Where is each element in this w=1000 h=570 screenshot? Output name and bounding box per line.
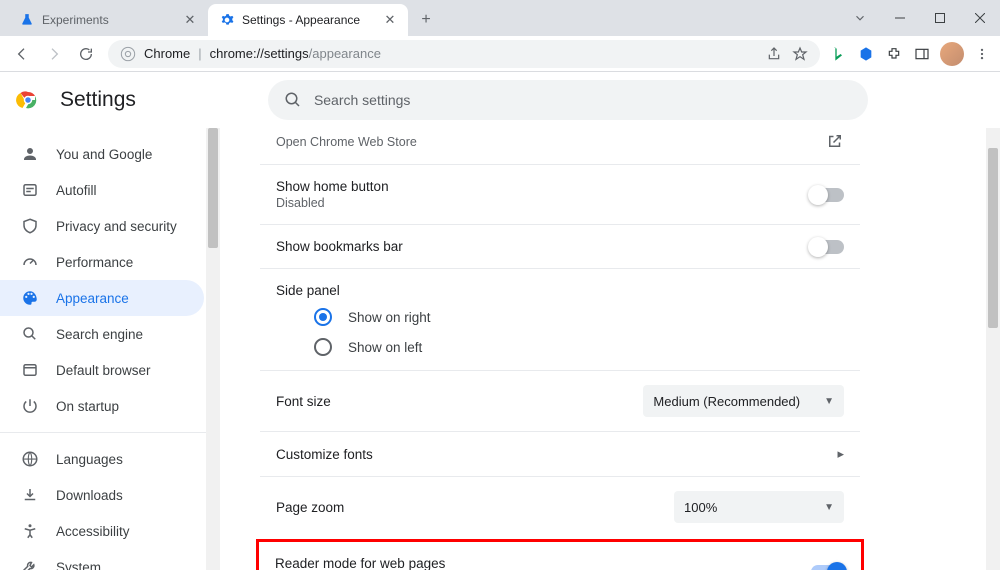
page-title: Settings: [60, 88, 136, 112]
bing-icon[interactable]: [828, 44, 848, 64]
forward-button[interactable]: [40, 40, 68, 68]
browser-icon: [20, 360, 40, 380]
external-link-icon: [826, 132, 844, 150]
row-page-zoom: Page zoom 100%▼: [260, 476, 860, 537]
menu-dots-icon[interactable]: [972, 44, 992, 64]
browser-tabstrip: Experiments ✕ Settings - Appearance ✕ +: [0, 0, 1000, 36]
settings-content: Open Chrome Web Store Show home button D…: [220, 128, 1000, 570]
chevron-down-icon: ▼: [824, 396, 834, 407]
shield-icon: [20, 216, 40, 236]
search-placeholder: Search settings: [314, 92, 411, 108]
chevron-down-icon: ▼: [824, 502, 834, 513]
tab-title: Settings - Appearance: [242, 13, 374, 27]
side-panel-icon[interactable]: [912, 44, 932, 64]
url-prefix: Chrome: [144, 46, 190, 61]
search-icon: [20, 324, 40, 344]
row-home-button: Show home button Disabled: [260, 164, 860, 224]
toggle-reader-mode[interactable]: [811, 565, 845, 570]
search-settings-input[interactable]: Search settings: [268, 80, 868, 120]
sidebar-item-appearance[interactable]: Appearance: [0, 280, 204, 316]
sidebar-divider: [0, 432, 220, 433]
close-icon[interactable]: ✕: [182, 12, 198, 28]
highlight-reader-mode: Reader mode for web pages Offer to show …: [256, 539, 864, 570]
speedometer-icon: [20, 252, 40, 272]
sidebar-item-privacy[interactable]: Privacy and security: [0, 208, 204, 244]
tab-experiments[interactable]: Experiments ✕: [8, 4, 208, 36]
tab-settings[interactable]: Settings - Appearance ✕: [208, 4, 408, 36]
flask-icon: [20, 13, 34, 27]
idm-icon[interactable]: [856, 44, 876, 64]
profile-avatar[interactable]: [940, 42, 964, 66]
tab-search-chevron[interactable]: [840, 4, 880, 32]
row-reader-mode: Reader mode for web pages Offer to show …: [259, 542, 861, 570]
back-button[interactable]: [8, 40, 36, 68]
settings-header: Settings Search settings: [0, 72, 1000, 128]
wrench-icon: [20, 557, 40, 570]
sidebar-item-languages[interactable]: Languages: [0, 441, 204, 477]
sidebar-item-system[interactable]: System: [0, 549, 204, 570]
row-theme[interactable]: Open Chrome Web Store: [260, 128, 860, 164]
sidebar-item-startup[interactable]: On startup: [0, 388, 204, 424]
row-customize-fonts[interactable]: Customize fonts ▸: [260, 431, 860, 476]
extension-icons: [828, 42, 992, 66]
search-icon: [284, 91, 302, 109]
chevron-right-icon: ▸: [837, 446, 844, 462]
row-bookmarks-bar: Show bookmarks bar: [260, 224, 860, 268]
accessibility-icon: [20, 521, 40, 541]
autofill-icon: [20, 180, 40, 200]
palette-icon: [20, 288, 40, 308]
maximize-button[interactable]: [920, 4, 960, 32]
radio-icon: [314, 338, 332, 356]
browser-toolbar: Chrome | chrome://settings/appearance: [0, 36, 1000, 72]
sidebar-item-autofill[interactable]: Autofill: [0, 172, 204, 208]
radio-show-right[interactable]: Show on right: [260, 302, 860, 332]
toggle-home-button[interactable]: [810, 188, 844, 202]
power-icon: [20, 396, 40, 416]
sidebar-scrollbar[interactable]: [206, 128, 220, 570]
chrome-icon: [120, 46, 136, 62]
close-icon[interactable]: ✕: [382, 12, 398, 28]
select-page-zoom[interactable]: 100%▼: [674, 491, 844, 523]
bookmark-star-icon[interactable]: [792, 46, 808, 62]
url-host: chrome://settings/appearance: [210, 46, 381, 61]
select-font-size[interactable]: Medium (Recommended)▼: [643, 385, 844, 417]
window-controls: [840, 0, 1000, 36]
person-icon: [20, 144, 40, 164]
reload-button[interactable]: [72, 40, 100, 68]
gear-icon: [220, 13, 234, 27]
radio-icon: [314, 308, 332, 326]
share-icon[interactable]: [766, 46, 782, 62]
sidebar-item-default-browser[interactable]: Default browser: [0, 352, 204, 388]
sidebar-item-you-google[interactable]: You and Google: [0, 136, 204, 172]
globe-icon: [20, 449, 40, 469]
extensions-puzzle-icon[interactable]: [884, 44, 904, 64]
new-tab-button[interactable]: +: [412, 6, 440, 34]
close-window-button[interactable]: [960, 4, 1000, 32]
sidebar-item-performance[interactable]: Performance: [0, 244, 204, 280]
row-side-panel-header: Side panel: [260, 268, 860, 302]
minimize-button[interactable]: [880, 4, 920, 32]
toggle-bookmarks-bar[interactable]: [810, 240, 844, 254]
sidebar-item-accessibility[interactable]: Accessibility: [0, 513, 204, 549]
row-font-size: Font size Medium (Recommended)▼: [260, 370, 860, 431]
sidebar-item-search[interactable]: Search engine: [0, 316, 204, 352]
sidebar-item-downloads[interactable]: Downloads: [0, 477, 204, 513]
chrome-logo-icon: [16, 88, 40, 112]
content-scrollbar[interactable]: [986, 128, 1000, 570]
address-bar[interactable]: Chrome | chrome://settings/appearance: [108, 40, 820, 68]
radio-show-left[interactable]: Show on left: [260, 332, 860, 370]
tab-title: Experiments: [42, 13, 174, 27]
download-icon: [20, 485, 40, 505]
settings-sidebar: You and Google Autofill Privacy and secu…: [0, 128, 220, 570]
